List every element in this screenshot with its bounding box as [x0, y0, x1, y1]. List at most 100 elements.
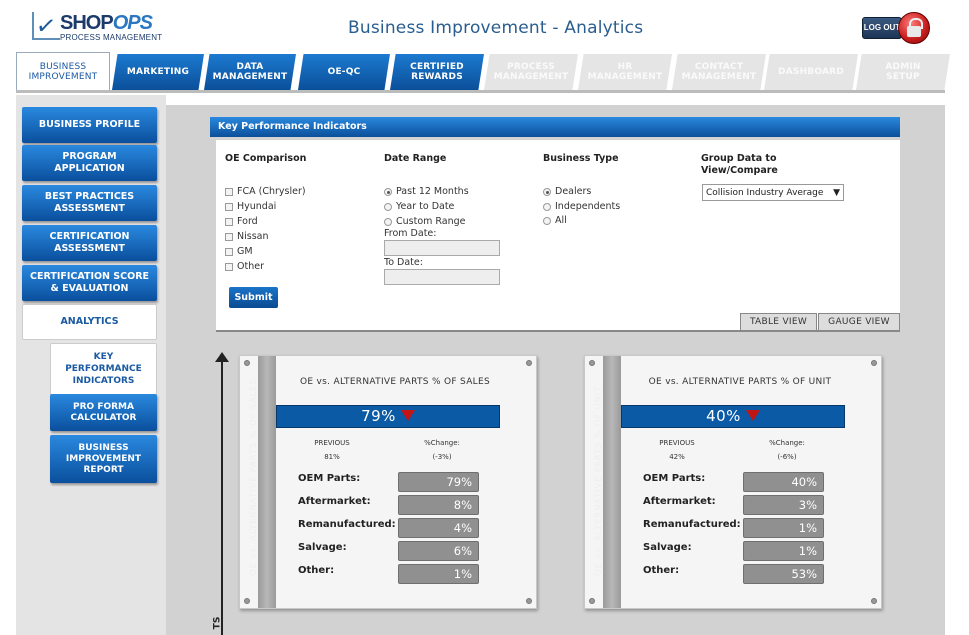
checkbox[interactable] [225, 262, 233, 271]
date-option-custom[interactable]: Custom Range [384, 216, 466, 227]
oe-option-label: GM [237, 246, 253, 257]
btype-option-all[interactable]: All [543, 215, 567, 226]
tab-contact-management: CONTACT MANAGEMENT [672, 54, 766, 90]
main-value-text: 40% [706, 407, 741, 425]
page-title: Business Improvement - Analytics [348, 18, 644, 38]
card-main-value: 79% [276, 405, 500, 428]
tab-admin-setup: ADMIN SETUP [856, 54, 950, 90]
sidebar: BUSINESS PROFILE PROGRAM APPLICATION BES… [16, 95, 166, 635]
logo-shop-text: SHOP [60, 12, 114, 34]
sidebar-item-program-application[interactable]: PROGRAM APPLICATION [22, 145, 157, 181]
change-value: (-3%) [432, 453, 452, 461]
tab-oe-qc[interactable]: OE-QC [298, 54, 390, 90]
table-view-tab[interactable]: TABLE VIEW [740, 313, 817, 331]
oe-option-label: Other [237, 261, 264, 272]
sidebar-item-analytics[interactable]: ANALYTICS [22, 304, 157, 340]
previous-label: PREVIOUS [659, 439, 695, 447]
row-label: Remanufactured: [298, 519, 396, 530]
group-data-value: Collision Industry Average [706, 187, 824, 198]
btype-option-label: Dealers [555, 186, 592, 197]
main-tabs: BUSINESS IMPROVEMENT MARKETING DATA MANA… [16, 52, 956, 90]
card-main-value: 40% [621, 405, 845, 428]
oe-option-label: FCA (Chrysler) [237, 186, 306, 197]
screw-icon [244, 598, 250, 604]
sidebar-item-best-practices[interactable]: BEST PRACTICES ASSESSMENT [22, 185, 157, 221]
oe-option-other[interactable]: Other [225, 261, 264, 272]
radio-selected[interactable] [543, 187, 551, 196]
screw-icon [526, 360, 532, 366]
row-value: 3% [743, 495, 824, 515]
axis-label: TS [212, 616, 223, 630]
logout-button[interactable]: LOG OUT [862, 12, 932, 44]
btype-option-independents[interactable]: Independents [543, 201, 620, 212]
sidebar-subitem-business-report[interactable]: BUSINESS IMPROVEMENT REPORT [50, 435, 157, 483]
main-value-text: 79% [361, 407, 396, 425]
tab-data-management[interactable]: DATA MANAGEMENT [204, 54, 296, 90]
axis-line [221, 360, 223, 635]
date-option-label: Year to Date [396, 201, 455, 212]
logo-subtitle: PROCESS MANAGEMENT [60, 33, 163, 42]
card-side-band [258, 356, 276, 608]
date-option-ytd[interactable]: Year to Date [384, 201, 454, 212]
logo-ops-text: OPS [112, 12, 153, 34]
group-data-title: Group Data to View/Compare [701, 153, 778, 176]
logo-check-icon: ✓ [34, 10, 58, 42]
oe-option-hyundai[interactable]: Hyundai [225, 201, 276, 212]
card-side-band [603, 356, 621, 608]
row-label: Aftermarket: [643, 496, 716, 507]
card-side-label: OE vs. ALTERNATIVE PARTS % OF UNIT [594, 385, 604, 576]
sidebar-subitem-pro-forma[interactable]: PRO FORMA CALCULATOR [50, 394, 157, 431]
row-value: 53% [743, 564, 824, 584]
date-option-label: Past 12 Months [396, 186, 469, 197]
oe-option-label: Hyundai [237, 201, 277, 212]
business-type-title: Business Type [543, 153, 619, 164]
radio[interactable] [543, 202, 551, 211]
radio-selected[interactable] [384, 187, 392, 196]
row-value: 1% [398, 564, 479, 584]
oe-option-ford[interactable]: Ford [225, 216, 258, 227]
kpi-card-unit: OE vs. ALTERNATIVE PARTS % OF UNIT OE vs… [584, 355, 882, 609]
to-date-field[interactable] [384, 269, 500, 285]
row-value: 4% [398, 518, 479, 538]
row-label: Remanufactured: [643, 519, 741, 530]
sidebar-item-certification-score[interactable]: CERTIFICATION SCORE & EVALUATION [22, 265, 157, 301]
tab-marketing[interactable]: MARKETING [112, 54, 204, 90]
checkbox[interactable] [225, 187, 233, 196]
oe-option-label: Ford [237, 216, 258, 227]
kpi-card-sales: OE vs. ALTERNATIVE PARTS % OF SALES OE v… [239, 355, 537, 609]
radio[interactable] [384, 217, 392, 226]
screw-icon [871, 360, 877, 366]
change-value: (-6%) [777, 453, 797, 461]
tab-certified-rewards[interactable]: CERTIFIED REWARDS [390, 54, 484, 90]
date-option-past-12[interactable]: Past 12 Months [384, 186, 469, 197]
checkbox[interactable] [225, 202, 233, 211]
checkbox[interactable] [225, 217, 233, 226]
group-data-select[interactable]: Collision Industry Average ▼ [702, 184, 844, 201]
radio[interactable] [543, 216, 551, 225]
checkbox[interactable] [225, 232, 233, 241]
row-label: Aftermarket: [298, 496, 371, 507]
shopops-logo[interactable]: ✓ SHOPOPS PROCESS MANAGEMENT [32, 10, 163, 44]
from-date-field[interactable] [384, 240, 500, 256]
sidebar-item-business-profile[interactable]: BUSINESS PROFILE [22, 107, 157, 143]
down-arrow-icon [400, 409, 415, 421]
tab-underline [16, 90, 945, 93]
header: ✓ SHOPOPS PROCESS MANAGEMENT Business Im… [0, 0, 969, 55]
radio[interactable] [384, 202, 392, 211]
section-title: Key Performance Indicators [210, 117, 900, 137]
row-label: OEM Parts: [298, 473, 361, 484]
screw-icon [244, 360, 250, 366]
oe-option-gm[interactable]: GM [225, 246, 253, 257]
chevron-down-icon: ▼ [833, 187, 840, 198]
tab-business-improvement[interactable]: BUSINESS IMPROVEMENT [16, 52, 110, 90]
oe-option-nissan[interactable]: Nissan [225, 231, 269, 242]
submit-button[interactable]: Submit [229, 287, 278, 308]
sidebar-subitem-kpi[interactable]: KEY PERFORMANCE INDICATORS [50, 343, 157, 395]
checkbox[interactable] [225, 247, 233, 256]
gauge-view-tab[interactable]: GAUGE VIEW [818, 313, 900, 331]
lock-icon [898, 12, 930, 44]
row-value: 6% [398, 541, 479, 561]
btype-option-dealers[interactable]: Dealers [543, 186, 591, 197]
oe-option-fca[interactable]: FCA (Chrysler) [225, 186, 306, 197]
sidebar-item-certification-assessment[interactable]: CERTIFICATION ASSESSMENT [22, 225, 157, 261]
